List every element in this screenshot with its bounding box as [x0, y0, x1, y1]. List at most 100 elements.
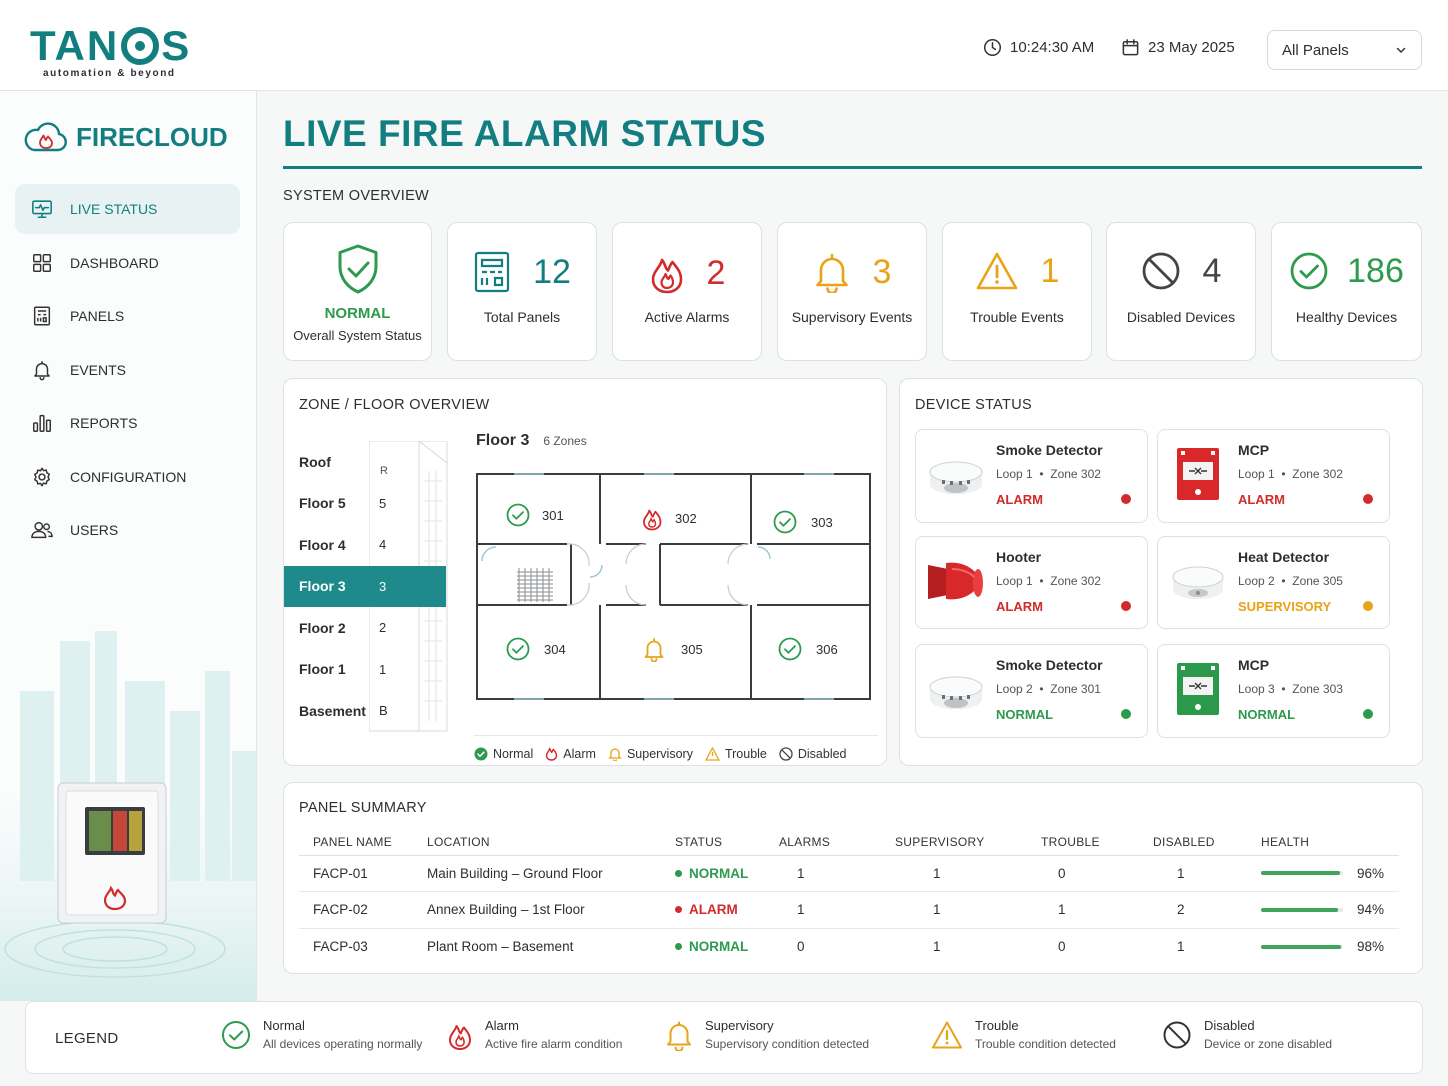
device-location: Loop 1 • Zone 302 [996, 467, 1101, 481]
panel-filter-select[interactable]: All Panels [1267, 30, 1422, 70]
sidebar-item-label: EVENTS [70, 361, 127, 378]
device-card[interactable]: Smoke Detector Loop 1 • Zone 302 ALARM [915, 429, 1148, 523]
zone-303[interactable]: 303 [773, 510, 833, 534]
column-header[interactable]: PANEL NAME [299, 829, 427, 856]
healthy-devices-label: Healthy Devices [1295, 309, 1398, 325]
legend-trouble: Trouble [704, 746, 767, 761]
floor-5[interactable]: Floor 5 5 [284, 483, 446, 525]
device-location: Loop 1 • Zone 302 [1238, 467, 1343, 481]
zone-306[interactable]: 306 [778, 637, 838, 661]
legend-item-disabled: Disabled Device or zone disabled [1162, 1018, 1332, 1051]
brand-name: FIRECLOUD [76, 121, 228, 152]
mcp-green-icon [1177, 663, 1219, 715]
floor-list: Roof Floor 5 5 Floor 4 4 Floor 3 3 Floor 2 2… [284, 441, 446, 732]
logo-tagline: automation & beyond [43, 68, 176, 79]
legend-desc: Trouble condition detected [975, 1037, 1116, 1051]
device-card[interactable]: Smoke Detector Loop 2 • Zone 301 NORMAL [915, 644, 1148, 738]
column-header[interactable]: SUPERVISORY [877, 829, 1021, 856]
panel-summary: PANEL SUMMARY PANEL NAME LOCATION STATUS… [283, 782, 1423, 974]
health-cell: 98% [1253, 928, 1399, 965]
floor-4[interactable]: Floor 4 4 [284, 524, 446, 566]
current-time: 10:24:30 AM [1010, 39, 1095, 56]
device-location: Loop 3 • Zone 303 [1238, 682, 1343, 696]
health-bar-fill [1261, 944, 1342, 949]
zone-305[interactable]: 305 [643, 636, 703, 662]
zone-301[interactable]: 301 [506, 503, 564, 527]
supervisory-events-card[interactable]: 3 Supervisory Events [777, 222, 927, 361]
sidebar-item-live-status[interactable]: LIVE STATUS [15, 184, 240, 234]
device-status-label: DEVICE STATUS [915, 397, 1032, 413]
status-dot [1363, 601, 1373, 611]
panel-location: Annex Building – 1st Floor [427, 891, 675, 929]
overall-status-label: Overall System Status [293, 328, 422, 343]
sidebar-item-events[interactable]: EVENTS [15, 345, 240, 395]
floor-3[interactable]: Floor 3 3 [284, 565, 446, 607]
zone-302[interactable]: 302 [641, 505, 697, 531]
healthy-devices-card[interactable]: 186 Healthy Devices [1271, 222, 1422, 361]
device-location: Loop 2 • Zone 301 [996, 682, 1101, 696]
column-header[interactable]: DISABLED [1125, 829, 1253, 856]
device-card[interactable]: Heat Detector Loop 2 • Zone 305 SUPERVIS… [1157, 536, 1390, 629]
clock-icon [983, 38, 1002, 57]
sidebar-item-reports[interactable]: REPORTS [15, 398, 240, 448]
status-text: NORMAL [689, 939, 749, 954]
column-header[interactable]: LOCATION [427, 829, 675, 856]
floor-roof[interactable]: Roof [284, 441, 446, 483]
firecloud-brand[interactable]: FIRECLOUD [22, 119, 228, 155]
sidebar-item-configuration[interactable]: CONFIGURATION [15, 452, 240, 502]
sidebar-item-users[interactable]: USERS [15, 505, 240, 555]
sidebar-item-panels[interactable]: PANELS [15, 291, 240, 341]
table-row[interactable]: FACP-03 Plant Room – Basement NORMAL 0 1 0 1 98… [299, 928, 1399, 965]
column-header[interactable]: ALARMS [779, 829, 877, 856]
floor-2[interactable]: Floor 2 2 [284, 607, 446, 649]
device-status-text: ALARM [996, 599, 1043, 614]
device-zone: Zone 303 [1292, 682, 1343, 696]
legend-label: Disabled [797, 746, 847, 761]
fire-icon [447, 1019, 473, 1051]
overall-status-card[interactable]: NORMAL Overall System Status [283, 222, 432, 361]
legend-name: Trouble [975, 1018, 1019, 1033]
device-card[interactable]: MCP Loop 1 • Zone 302 ALARM [1157, 429, 1390, 523]
sidebar-item-dashboard[interactable]: DASHBOARD [15, 238, 240, 288]
device-location: Loop 1 • Zone 302 [996, 574, 1101, 588]
tanos-logo[interactable]: TAN S automation & beyond [30, 24, 210, 84]
column-header[interactable]: STATUS [675, 829, 779, 856]
legend-label: Normal [493, 746, 534, 761]
table-row[interactable]: FACP-02 Annex Building – 1st Floor ALARM 1 1… [299, 891, 1399, 929]
device-zone: Zone 305 [1292, 574, 1343, 588]
disabled-devices-card[interactable]: 4 Disabled Devices [1106, 222, 1256, 361]
active-alarms-card[interactable]: 2 Active Alarms [612, 222, 762, 361]
column-header[interactable]: TROUBLE [1021, 829, 1125, 856]
zone-304[interactable]: 304 [506, 637, 566, 661]
zone-id: 303 [811, 514, 833, 530]
panel-icon [473, 251, 511, 293]
device-loop: Loop 2 [1238, 574, 1275, 588]
table-header-row: PANEL NAME LOCATION STATUS ALARMS SUPERV… [299, 829, 1399, 856]
column-header[interactable]: HEALTH [1253, 829, 1399, 856]
device-name: Smoke Detector [996, 442, 1103, 458]
sidebar-nav: LIVE STATUS DASHBOARD PANELS EVENTS REPO… [15, 184, 240, 559]
device-status-text: NORMAL [1238, 707, 1296, 722]
device-card[interactable]: MCP Loop 3 • Zone 303 NORMAL [1157, 644, 1390, 738]
total-panels-card[interactable]: 12 Total Panels [447, 222, 597, 361]
trouble-events-card[interactable]: 1 Trouble Events [942, 222, 1092, 361]
floor-number: 4 [379, 537, 387, 553]
legend-desc: Active fire alarm condition [485, 1037, 623, 1051]
health-value: 94% [1357, 902, 1385, 918]
top-bar: TAN S automation & beyond 10:24:30 AM 23 … [0, 0, 1448, 91]
legend-name: Disabled [1204, 1018, 1255, 1033]
device-name: MCP [1238, 442, 1270, 458]
chevron-down-icon [1395, 44, 1407, 56]
floor-basement[interactable]: Basement B [284, 690, 446, 732]
device-card[interactable]: Hooter Loop 1 • Zone 302 ALARM [915, 536, 1148, 629]
legend-desc: Supervisory condition detected [705, 1037, 870, 1051]
floor-name: Floor 1 [299, 661, 346, 678]
sidebar: FIRECLOUD LIVE STATUS DASHBOARD PANELS E… [0, 91, 257, 1001]
floor-1[interactable]: Floor 1 1 [284, 649, 446, 691]
supervisory-events-value: 3 [872, 253, 892, 291]
table-row[interactable]: FACP-01 Main Building – Ground Floor NORMA… [299, 855, 1399, 892]
supervisory-count: 1 [877, 855, 1021, 892]
bell-icon [608, 748, 622, 761]
status-text: NORMAL [689, 865, 749, 881]
panel-summary-label: PANEL SUMMARY [299, 800, 427, 816]
